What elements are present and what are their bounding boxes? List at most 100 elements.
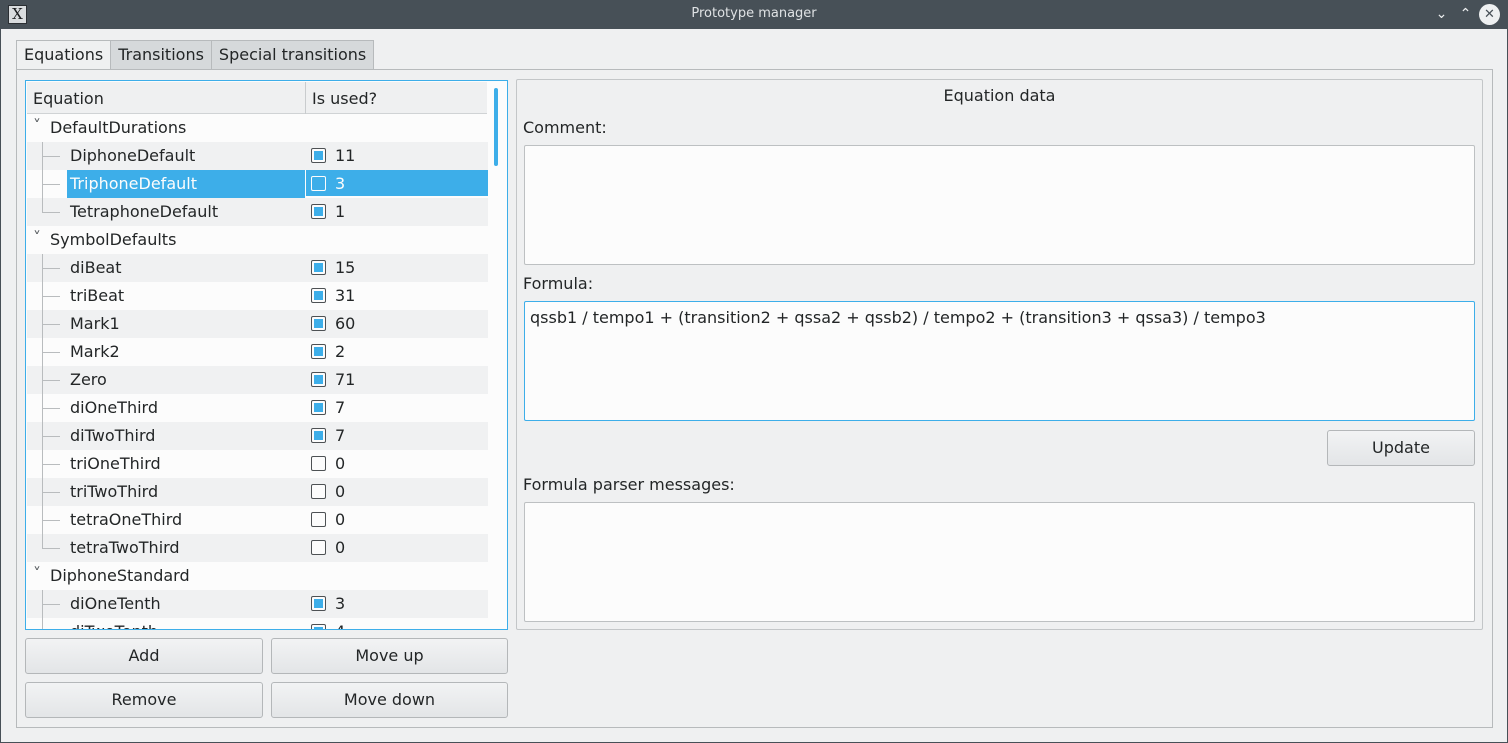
tree-branch-line (42, 618, 43, 629)
equation-name: TetraphoneDefault (70, 202, 219, 221)
equation-tree[interactable]: Equation Is used? ˅ DefaultDurations Dipho… (25, 80, 508, 630)
tree-branch-line (42, 268, 60, 269)
tree-item-row[interactable]: DiphoneDefault 11 (27, 142, 488, 170)
usage-count: 0 (335, 454, 346, 473)
is-used-checkbox[interactable] (311, 148, 326, 163)
comment-label: Comment: (523, 118, 607, 137)
close-icon: ✕ (1484, 7, 1495, 22)
equation-name: diTwoThird (70, 426, 156, 445)
tree-branch-line (42, 520, 60, 521)
equation-name: diOneTenth (70, 594, 161, 613)
equation-name: tetraOneThird (70, 510, 183, 529)
chevron-down-icon[interactable]: ˅ (33, 228, 41, 247)
is-used-checkbox[interactable] (311, 316, 326, 331)
tab-bar: Equations Transitions Special transition… (16, 40, 375, 71)
is-used-checkbox[interactable] (311, 260, 326, 275)
tree-item-row[interactable]: Mark1 60 (27, 310, 488, 338)
tree-branch-line (42, 198, 43, 212)
usage-count: 4 (335, 622, 345, 629)
is-used-checkbox[interactable] (311, 400, 326, 415)
tree-item-row[interactable]: triBeat 31 (27, 282, 488, 310)
title-bar[interactable]: X Prototype manager ⌄ ⌃ ✕ (0, 0, 1508, 29)
maximize-button[interactable]: ⌃ (1455, 4, 1476, 25)
tree-branch-line (42, 352, 60, 353)
is-used-checkbox[interactable] (311, 344, 326, 359)
tree-group-label: DefaultDurations (50, 118, 187, 137)
comment-field[interactable] (524, 145, 1475, 265)
tree-scrollbar[interactable] (494, 88, 498, 166)
tab-transitions[interactable]: Transitions (110, 40, 212, 70)
tree-item-row[interactable]: triTwoThird 0 (27, 478, 488, 506)
tree-branch-line (42, 324, 60, 325)
formula-label: Formula: (523, 274, 594, 293)
tree-item-row[interactable]: TetraphoneDefault 1 (27, 198, 488, 226)
is-used-checkbox[interactable] (311, 372, 326, 387)
usage-count: 0 (335, 482, 346, 501)
tree-branch-line (42, 436, 60, 437)
equation-name: diBeat (70, 258, 122, 277)
is-used-checkbox[interactable] (311, 540, 326, 555)
tree-branch-line (42, 156, 60, 157)
tree-item-row[interactable]: Zero 71 (27, 366, 488, 394)
remove-button[interactable]: Remove (25, 682, 263, 718)
tree-item-row[interactable]: diOneTenth 3 (27, 590, 488, 618)
parser-messages-field[interactable] (524, 502, 1475, 622)
is-used-checkbox[interactable] (311, 176, 326, 191)
tree-branch-line (42, 464, 60, 465)
usage-count: 3 (335, 174, 346, 193)
is-used-checkbox[interactable] (311, 204, 326, 219)
is-used-checkbox[interactable] (311, 596, 326, 611)
usage-count: 0 (335, 510, 346, 529)
equation-name: Zero (70, 370, 107, 389)
tree-item-row[interactable]: tetraTwoThird 0 (27, 534, 488, 562)
column-header-equation[interactable]: Equation (33, 89, 104, 108)
is-used-checkbox[interactable] (311, 428, 326, 443)
formula-field[interactable]: qssb1 / tempo1 + (transition2 + qssa2 + … (524, 301, 1475, 421)
usage-count: 31 (335, 286, 356, 305)
equation-name: Mark1 (70, 314, 120, 333)
tree-item-row[interactable]: tetraOneThird 0 (27, 506, 488, 534)
close-button[interactable]: ✕ (1479, 4, 1500, 25)
is-used-checkbox[interactable] (311, 484, 326, 499)
tree-item-row[interactable]: diOneThird 7 (27, 394, 488, 422)
tree-item-row[interactable]: Mark2 2 (27, 338, 488, 366)
is-used-checkbox[interactable] (311, 288, 326, 303)
tree-group-row[interactable]: ˅ SymbolDefaults (27, 226, 488, 254)
tree-item-row[interactable]: TriphoneDefault 3 (27, 170, 488, 198)
chevron-down-icon: ⌄ (1435, 6, 1448, 22)
equation-name: diOneThird (70, 398, 158, 417)
equation-name: TriphoneDefault (70, 174, 197, 193)
tree-item-row[interactable]: triOneThird 0 (27, 450, 488, 478)
equation-name: diTwoTenth (70, 622, 158, 629)
tab-equations[interactable]: Equations (16, 40, 112, 71)
tab-special-transitions[interactable]: Special transitions (210, 40, 375, 70)
usage-count: 2 (335, 342, 346, 361)
minimize-button[interactable]: ⌄ (1431, 4, 1452, 25)
tree-item-row[interactable]: diBeat 15 (27, 254, 488, 282)
tree-item-row[interactable]: diTwoTenth 4 (27, 618, 488, 629)
usage-count: 11 (335, 146, 356, 165)
tree-branch-line (42, 534, 43, 548)
update-button[interactable]: Update (1327, 430, 1475, 466)
is-used-checkbox[interactable] (311, 512, 326, 527)
tree-group-row[interactable]: ˅ DiphoneStandard (27, 562, 488, 590)
is-used-checkbox[interactable] (311, 456, 326, 471)
usage-count: 7 (335, 398, 346, 417)
parser-messages-label: Formula parser messages: (523, 475, 735, 494)
usage-count: 1 (335, 202, 346, 221)
move-down-button[interactable]: Move down (271, 682, 508, 718)
move-up-button[interactable]: Move up (271, 638, 508, 674)
tree-branch-line (42, 604, 60, 605)
chevron-down-icon[interactable]: ˅ (33, 564, 41, 583)
equation-name: triBeat (70, 286, 125, 305)
add-button[interactable]: Add (25, 638, 263, 674)
chevron-down-icon[interactable]: ˅ (33, 116, 41, 135)
is-used-checkbox[interactable] (311, 624, 326, 629)
tree-branch-line (42, 212, 60, 213)
tree-item-row[interactable]: diTwoThird 7 (27, 422, 488, 450)
usage-count: 3 (335, 594, 346, 613)
column-header-is-used[interactable]: Is used? (312, 89, 377, 108)
usage-count: 71 (335, 370, 356, 389)
tree-group-row[interactable]: ˅ DefaultDurations (27, 114, 488, 142)
usage-count: 15 (335, 258, 356, 277)
